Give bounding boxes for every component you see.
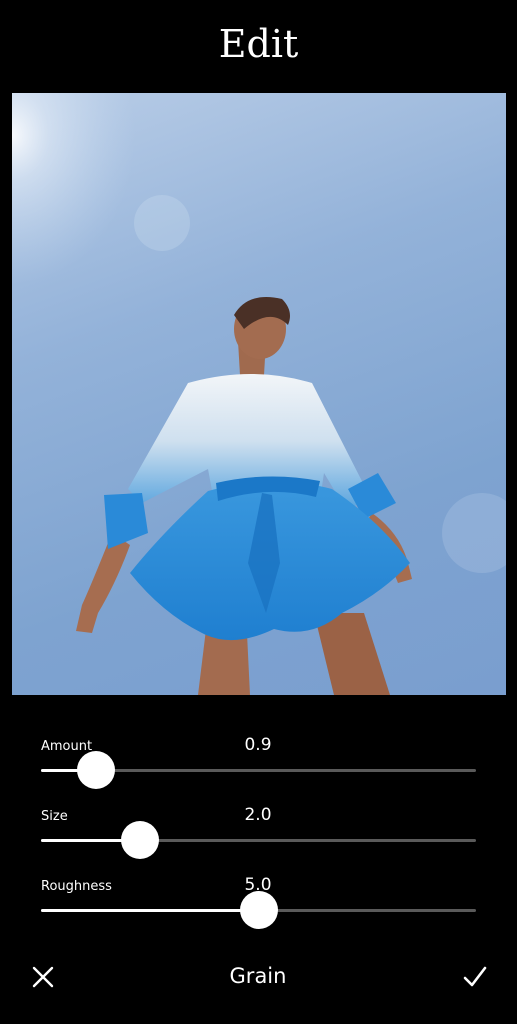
slider-thumb[interactable] [77,751,115,789]
bottom-toolbar: Grain [0,950,517,1006]
photo-image [12,93,506,695]
slider-track[interactable] [41,751,476,789]
page-title: Edit [218,22,299,66]
slider-roughness: Roughness 5.0 [0,875,517,949]
check-icon [463,966,487,987]
slider-thumb[interactable] [240,891,278,929]
slider-label: Roughness [41,879,112,894]
slider-fill [41,909,259,912]
slider-label: Size [41,809,68,824]
slider-label: Amount [41,739,93,754]
slider-size: Size 2.0 [0,805,517,879]
slider-amount: Amount 0.9 [0,735,517,809]
tool-name: Grain [229,964,287,988]
slider-track[interactable] [41,891,476,929]
slider-thumb[interactable] [121,821,159,859]
slider-track[interactable] [41,821,476,859]
slider-value: 2.0 [244,805,272,825]
photo-preview[interactable] [12,93,506,695]
cancel-button[interactable] [30,964,56,990]
confirm-button[interactable] [461,964,489,990]
slider-value: 0.9 [244,735,272,755]
close-icon [32,966,54,988]
